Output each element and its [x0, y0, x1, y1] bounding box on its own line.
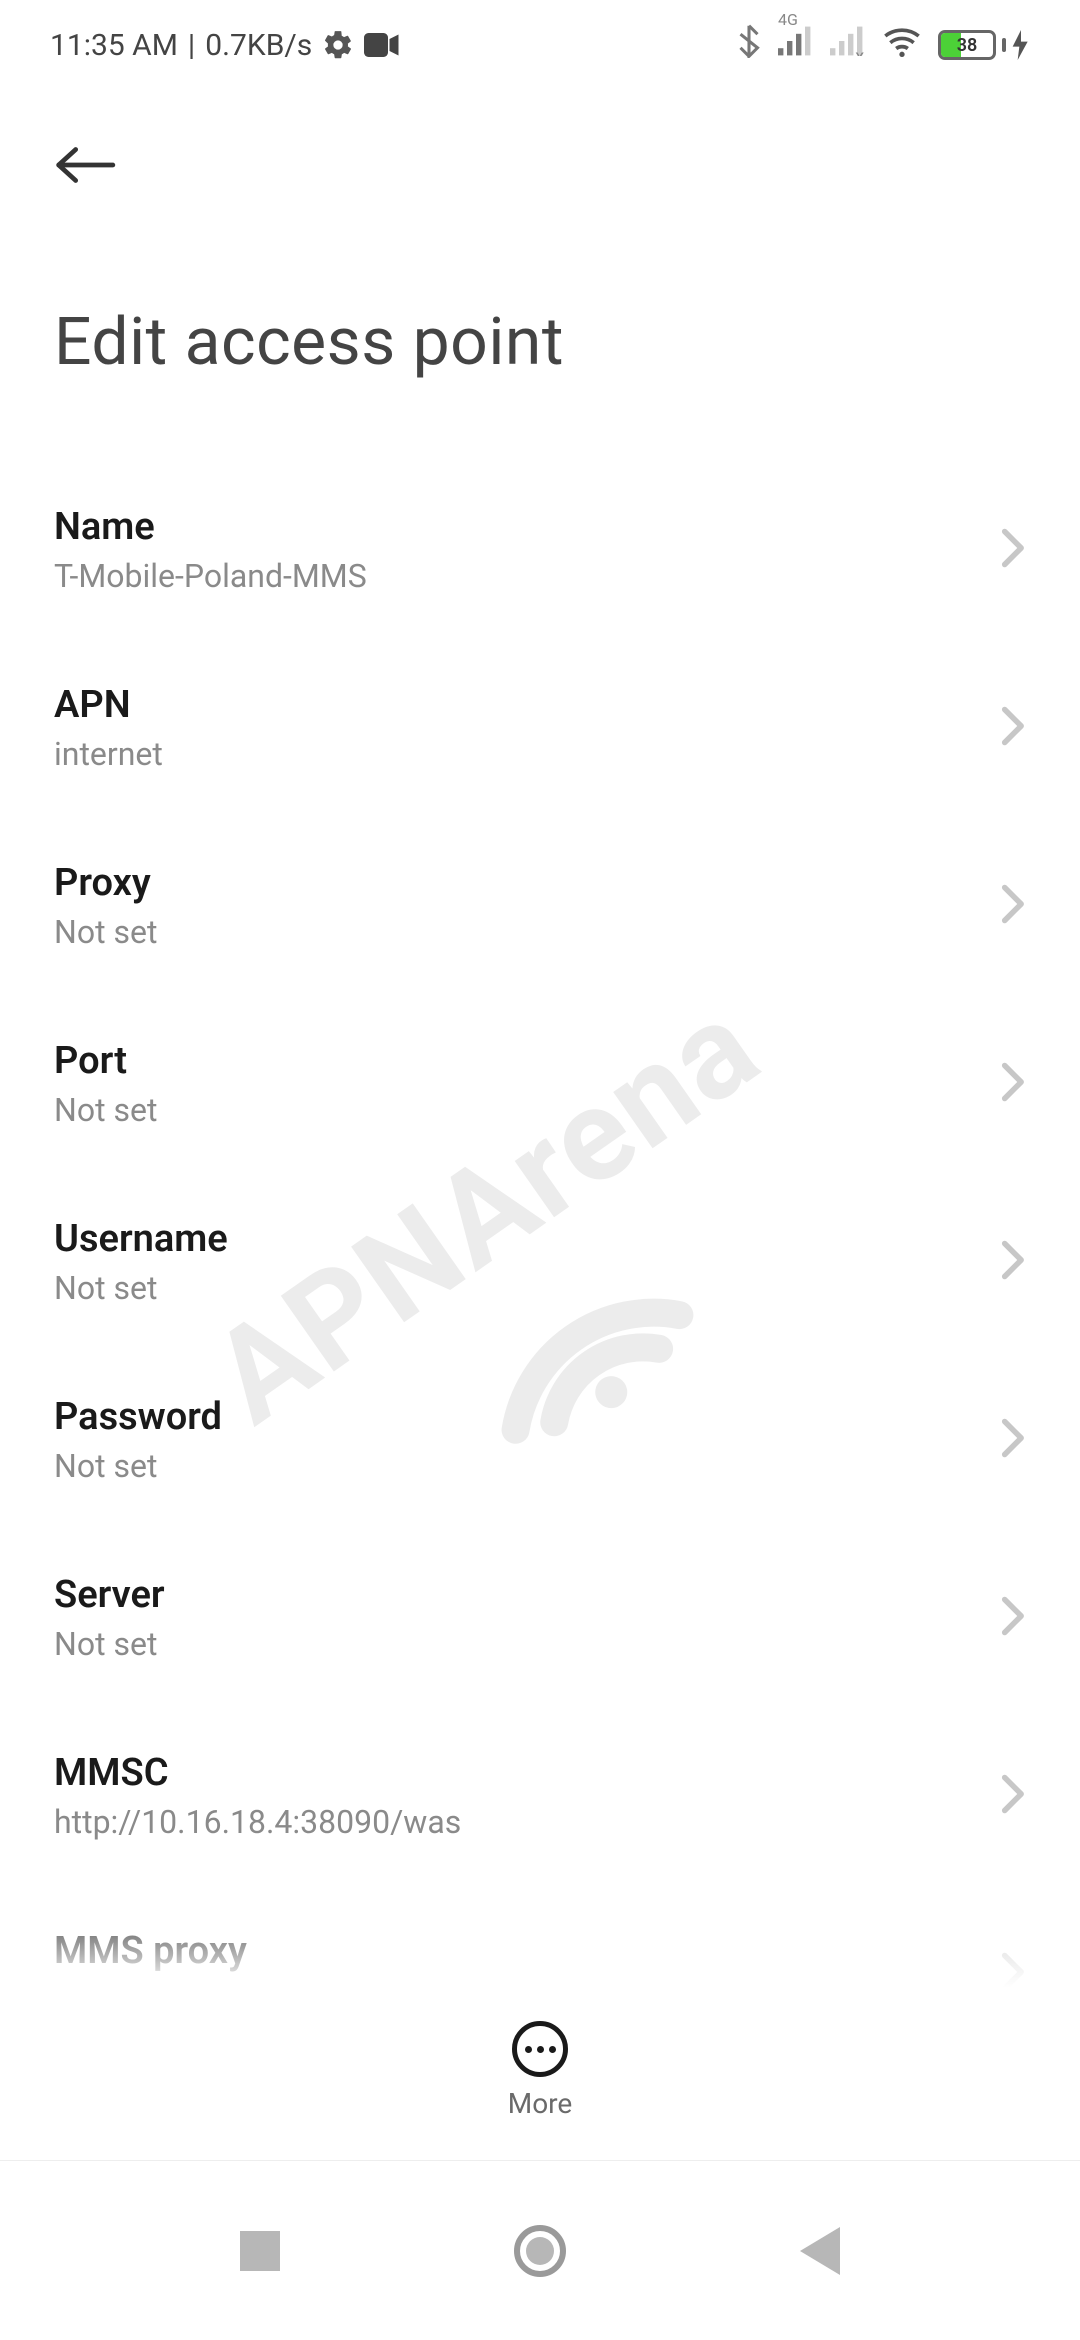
setting-row-password[interactable]: Password Not set: [0, 1351, 1080, 1529]
setting-row-mmsc[interactable]: MMSC http://10.16.18.4:38090/was: [0, 1707, 1080, 1885]
setting-title: APN: [54, 683, 163, 727]
setting-value: internet: [54, 735, 163, 773]
settings-icon: [322, 29, 354, 61]
chevron-right-icon: [998, 1772, 1026, 1820]
back-button[interactable]: [54, 130, 116, 204]
battery-indicator: 38: [938, 30, 1030, 60]
page-title: Edit access point: [54, 304, 1026, 381]
chevron-right-icon: [998, 1238, 1026, 1286]
chevron-right-icon: [998, 1416, 1026, 1464]
setting-value: Not set: [54, 1269, 228, 1307]
status-bar: 11:35 AM | 0.7KB/s 4G x: [0, 0, 1080, 90]
setting-row-name[interactable]: Name T-Mobile-Poland-MMS: [0, 461, 1080, 639]
setting-title: Username: [54, 1217, 228, 1261]
setting-title: Server: [54, 1573, 165, 1617]
setting-title: Proxy: [54, 861, 157, 905]
setting-value: Not set: [54, 1091, 157, 1129]
more-label: More: [508, 2087, 573, 2120]
setting-row-apn[interactable]: APN internet: [0, 639, 1080, 817]
video-icon: [364, 31, 400, 59]
setting-value: Not set: [54, 913, 157, 951]
setting-title: MMS proxy: [54, 1929, 247, 1973]
signal-2-icon: x: [830, 26, 866, 64]
svg-text:x: x: [855, 47, 864, 56]
setting-value: Not set: [54, 1447, 222, 1485]
more-button[interactable]: More: [508, 2021, 573, 2120]
setting-row-username[interactable]: Username Not set: [0, 1173, 1080, 1351]
chevron-right-icon: [998, 882, 1026, 930]
setting-row-port[interactable]: Port Not set: [0, 995, 1080, 1173]
status-sep: |: [188, 28, 195, 63]
setting-value: 10.16.18.77: [54, 1981, 247, 2019]
nav-back-button[interactable]: [785, 2216, 855, 2286]
wifi-icon: [882, 24, 922, 66]
status-time: 11:35 AM: [50, 28, 178, 63]
setting-value: http://10.16.18.4:38090/was: [54, 1803, 461, 1841]
setting-title: Name: [54, 505, 367, 549]
setting-value: Not set: [54, 1625, 165, 1663]
bluetooth-icon: [736, 24, 762, 66]
setting-value: T-Mobile-Poland-MMS: [54, 557, 367, 595]
chevron-right-icon: [998, 1060, 1026, 1108]
status-right: 4G x 38: [736, 24, 1030, 66]
recents-icon: [240, 2231, 280, 2271]
home-icon: [514, 2225, 566, 2277]
setting-row-proxy[interactable]: Proxy Not set: [0, 817, 1080, 995]
chevron-right-icon: [998, 1594, 1026, 1642]
more-icon: [512, 2021, 568, 2077]
setting-row-mms-proxy[interactable]: MMS proxy 10.16.18.77: [0, 1885, 1080, 2030]
setting-row-server[interactable]: Server Not set: [0, 1529, 1080, 1707]
chevron-right-icon: [998, 704, 1026, 752]
nav-recents-button[interactable]: [225, 2216, 295, 2286]
setting-title: MMSC: [54, 1751, 461, 1795]
back-nav-icon: [800, 2227, 840, 2275]
nav-home-button[interactable]: [505, 2216, 575, 2286]
chevron-right-icon: [998, 1950, 1026, 1998]
signal-1-icon: 4G: [778, 26, 814, 64]
chevron-right-icon: [998, 526, 1026, 574]
navigation-bar: [0, 2160, 1080, 2340]
setting-title: Password: [54, 1395, 222, 1439]
setting-title: Port: [54, 1039, 157, 1083]
status-speed: 0.7KB/s: [205, 28, 312, 63]
status-left: 11:35 AM | 0.7KB/s: [50, 28, 400, 63]
